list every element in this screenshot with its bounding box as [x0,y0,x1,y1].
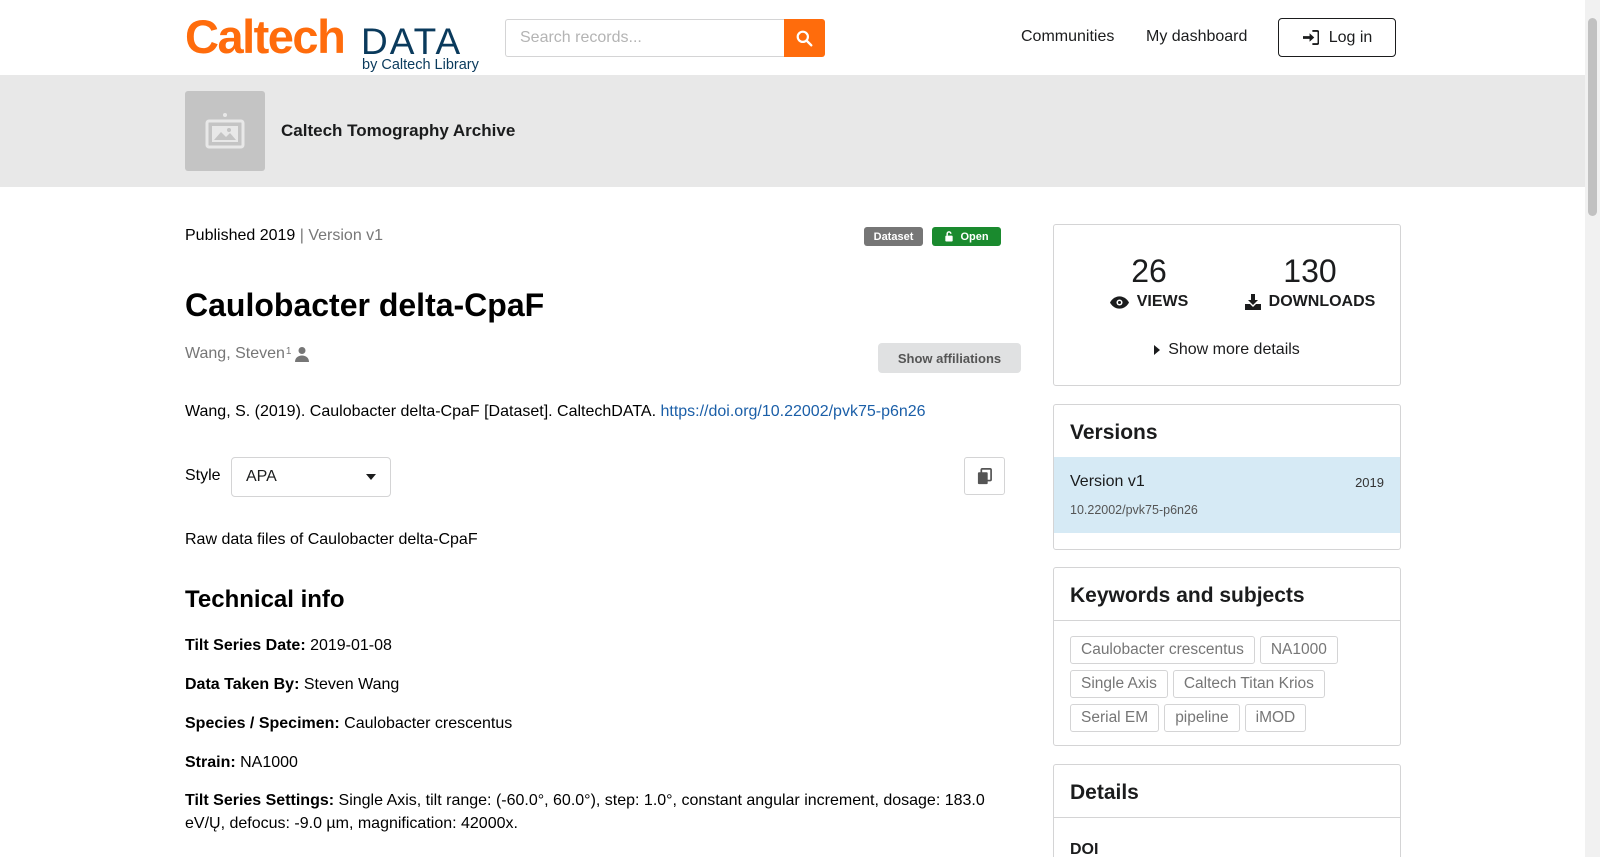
login-label: Log in [1328,28,1373,46]
affiliation-mark: 1 [285,346,292,357]
copy-icon [977,467,992,484]
caret-right-icon [1154,345,1161,355]
keyword-tag[interactable]: Caltech Titan Krios [1172,670,1325,698]
version-name[interactable]: Version v1 [1070,473,1145,491]
detail-doi-label: DOI [1070,841,1099,857]
page-scrollbar[interactable] [1585,0,1600,857]
sign-in-icon [1302,30,1319,45]
divider [1054,817,1400,818]
technical-info-heading: Technical info [185,586,345,613]
tech-info-label: Tilt Series Date: [185,637,306,654]
search-icon [796,30,813,46]
logo-data-text: DATA [361,21,463,62]
keyword-tag[interactable]: Single Axis [1070,670,1168,698]
creator[interactable]: Wang, Steven 1 [185,344,310,364]
resource-type-badge: Dataset [864,227,923,246]
downloads-label: DOWNLOADS [1240,293,1380,311]
divider [1054,620,1400,621]
tech-info-value: NA1000 [235,754,298,771]
citation-style-value: APA [246,468,277,485]
person-icon [295,347,310,362]
scrollbar-thumb[interactable] [1588,18,1597,216]
citation-doi-link[interactable]: https://doi.org/10.22002/pvk75-p6n26 [660,403,925,420]
top-navbar: Caltech DATA by Caltech Library Communit… [0,0,1585,75]
creator-name[interactable]: Wang, Steven [185,344,285,364]
show-more-details-toggle[interactable]: Show more details [1054,341,1400,359]
version-label: Version v1 [308,227,384,244]
tech-info-value: Caulobacter crescentus [339,715,513,732]
keywords-title: Keywords and subjects [1070,584,1305,607]
tech-info-row: Tilt Series Date: 2019-01-08 [185,634,1005,657]
details-card: Details DOI [1053,764,1401,857]
version-doi: 10.22002/pvk75-p6n26 [1070,503,1198,517]
keyword-tag[interactable]: Caulobacter crescentus [1070,636,1255,664]
show-affiliations-button[interactable]: Show affiliations [878,343,1021,373]
citation-body: Wang, S. (2019). Caulobacter delta-CpaF … [185,403,661,420]
keyword-tag[interactable]: pipeline [1164,704,1240,732]
published-date: Published 2019 [185,227,296,244]
keyword-tag[interactable]: NA1000 [1259,636,1338,664]
resource-type-text: Dataset [873,230,914,243]
search-button[interactable] [784,19,825,57]
caltech-data-logo[interactable]: Caltech DATA by Caltech Library [185,12,485,74]
keywords-card: Keywords and subjects Caulobacter cresce… [1053,567,1401,746]
copy-citation-button[interactable] [964,457,1005,495]
details-title: Details [1070,781,1139,804]
version-year: 2019 [1355,475,1384,490]
community-name[interactable]: Caltech Tomography Archive [281,121,515,141]
search-input[interactable] [505,19,785,57]
tech-info-row: Strain: NA1000 [185,751,1005,774]
image-placeholder-icon [205,113,245,149]
login-button[interactable]: Log in [1278,18,1396,57]
tech-info-label: Species / Specimen: [185,715,340,732]
caret-down-icon [366,474,376,480]
community-banner: Caltech Tomography Archive [0,75,1585,187]
views-label-text: VIEWS [1136,293,1189,310]
tech-info-value: 2019-01-08 [305,637,392,654]
tech-info-label: Tilt Series Settings: [185,792,335,809]
tech-info-row: Species / Specimen: Caulobacter crescent… [185,712,1005,735]
tech-info-row: Tilt Series Settings: Single Axis, tilt … [185,789,1005,835]
logo-caltech-text: Caltech [185,10,346,63]
record-title: Caulobacter delta-CpaF [185,287,545,323]
citation-style-dropdown[interactable]: APA [231,457,391,497]
show-more-details-label: Show more details [1168,341,1300,358]
separator: | [295,227,309,244]
tech-info-row: Data Taken By: Steven Wang [185,673,1005,696]
access-status-text: Open [960,230,989,243]
logo-byline: by Caltech Library [362,57,479,73]
views-label: VIEWS [1104,293,1194,311]
versions-title: Versions [1070,421,1158,444]
access-status-badge[interactable]: Open [932,227,1001,246]
views-count: 26 [1131,253,1167,289]
publication-info: Published 2019 | Version v1 [185,226,383,246]
tech-info-label: Strain: [185,754,236,771]
tech-info-label: Data Taken By: [185,676,300,693]
nav-communities[interactable]: Communities [1021,27,1114,47]
keyword-list: Caulobacter crescentus NA1000 Single Axis C… [1070,636,1390,738]
citation-text: Wang, S. (2019). Caulobacter delta-CpaF … [185,402,926,422]
style-label: Style [185,467,221,484]
stats-card: 26 VIEWS 130 DOWNLOADS Show more details [1053,224,1401,386]
version-item[interactable]: Version v1 2019 10.22002/pvk75-p6n26 [1054,457,1400,533]
keyword-tag[interactable]: Serial EM [1070,704,1160,732]
record-description: Raw data files of Caulobacter delta-CpaF [185,531,478,548]
downloads-stat: 130 DOWNLOADS [1240,255,1380,311]
unlock-icon [945,231,954,242]
views-stat: 26 VIEWS [1104,255,1194,311]
nav-my-dashboard[interactable]: My dashboard [1146,27,1247,47]
downloads-label-text: DOWNLOADS [1268,293,1376,310]
downloads-count: 130 [1283,253,1337,289]
eye-icon [1109,295,1129,309]
tech-info-value: Steven Wang [299,676,400,693]
keyword-tag[interactable]: iMOD [1244,704,1307,732]
download-icon [1244,294,1261,310]
versions-card: Versions Version v1 2019 10.22002/pvk75-… [1053,404,1401,550]
community-logo[interactable] [185,91,265,171]
